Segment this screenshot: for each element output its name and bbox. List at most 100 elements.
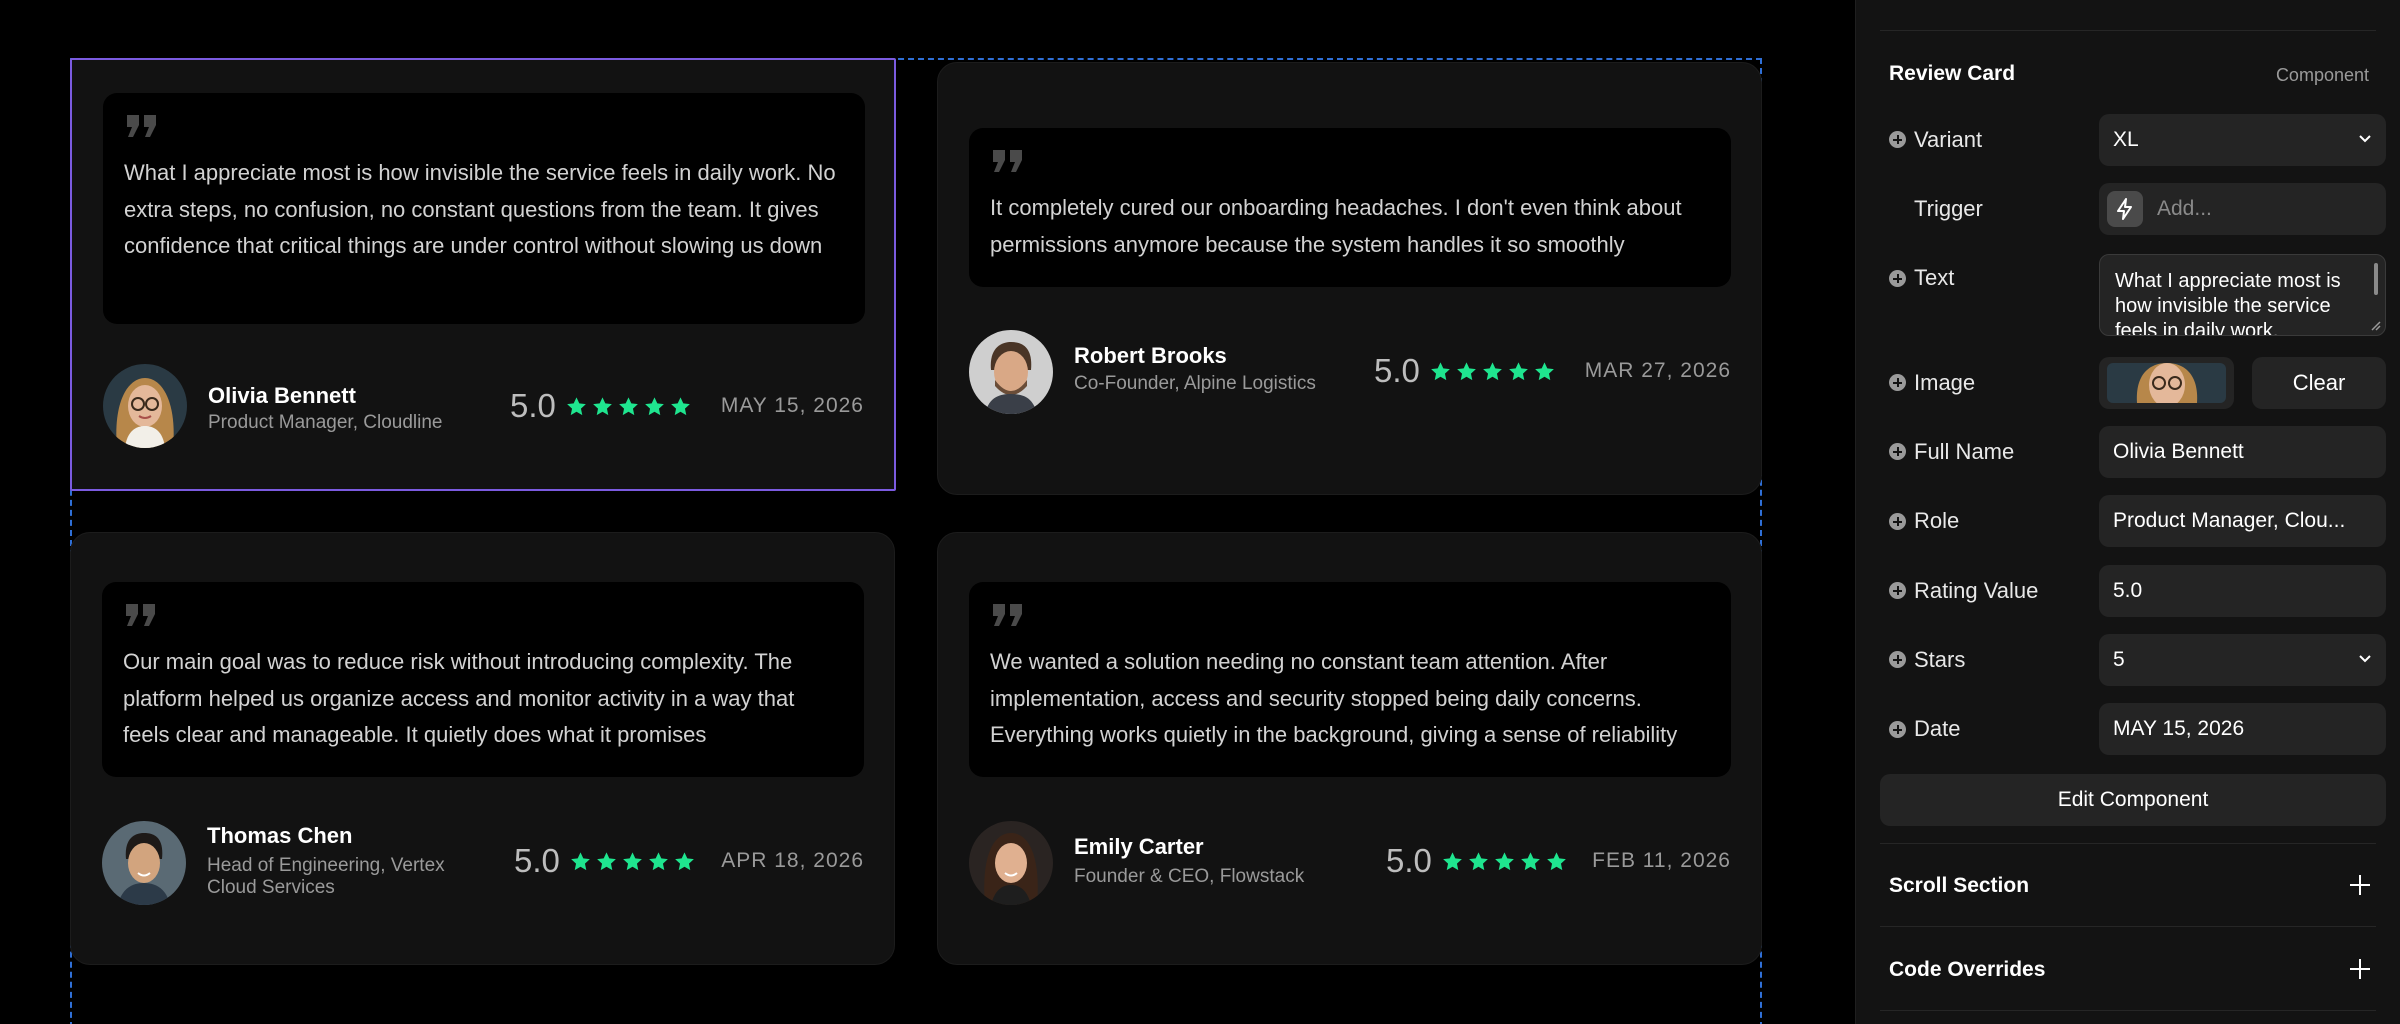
star-icon [571, 851, 590, 870]
code-overrides-title[interactable]: Code Overrides [1889, 958, 2045, 982]
reviewer-name: Robert Brooks [1074, 343, 1227, 368]
add-variable-icon[interactable] [1889, 131, 1906, 148]
role-input[interactable]: Product Manager, Clou... [2099, 495, 2386, 547]
reviewer-role: Head of Engineering, Vertex Cloud Servic… [207, 855, 445, 898]
scrollbar[interactable] [2374, 263, 2378, 295]
quote-icon [126, 604, 155, 626]
quote-text: It completely cured our onboarding heada… [990, 195, 1682, 257]
add-variable-icon[interactable] [1889, 651, 1906, 668]
review-date: MAY 15, 2026 [720, 394, 864, 417]
avatar [102, 821, 186, 905]
woman-with-glasses-avatar [103, 364, 187, 448]
quote-text: What I appreciate most is how invisible … [124, 160, 836, 258]
full-name-input[interactable]: Olivia Bennett [2099, 426, 2386, 478]
rating: 5.0 [1374, 352, 1555, 390]
stars [566, 396, 691, 417]
rating: 5.0 [510, 387, 691, 425]
scroll-section-title[interactable]: Scroll Section [1889, 874, 2029, 898]
star-icon [1483, 361, 1502, 380]
quote-box: We wanted a solution needing no constant… [969, 582, 1731, 777]
stars-select[interactable]: 5 [2099, 634, 2386, 686]
star-icon [1509, 361, 1528, 380]
divider [1880, 926, 2376, 927]
avatar [103, 364, 187, 448]
woman-avatar [969, 821, 1053, 905]
design-canvas[interactable]: What I appreciate most is how invisible … [0, 0, 1855, 1024]
properties-panel: Review Card Component Variant XL Trigger… [1855, 0, 2400, 1024]
star-icon [645, 396, 664, 415]
full-name-value: Olivia Bennett [2113, 440, 2244, 463]
rating: 5.0 [514, 842, 695, 880]
image-thumbnail [2107, 363, 2226, 403]
add-variable-icon[interactable] [1889, 443, 1906, 460]
star-icon [1469, 851, 1488, 870]
rating-value-value: 5.0 [2113, 579, 2143, 602]
trigger-field[interactable]: Add... [2099, 183, 2386, 235]
date-input[interactable]: MAY 15, 2026 [2099, 703, 2386, 755]
quote-icon [993, 604, 1022, 626]
role-label: Role [1914, 508, 1960, 533]
star-icon [1547, 851, 1566, 870]
add-scroll-section-icon[interactable] [2350, 875, 2370, 895]
star-icon [1495, 851, 1514, 870]
avatar [969, 821, 1053, 905]
reviewer-name: Emily Carter [1074, 834, 1204, 859]
text-label: Text [1914, 265, 1955, 290]
rating-value: 5.0 [1386, 842, 1432, 879]
date-value: MAY 15, 2026 [2113, 717, 2245, 740]
resize-handle-icon[interactable] [2369, 319, 2381, 331]
section-type-label: Component [2275, 65, 2369, 85]
review-card-olivia[interactable]: What I appreciate most is how invisible … [70, 58, 896, 491]
full-name-label: Full Name [1914, 439, 2015, 464]
quote-box: It completely cured our onboarding heada… [969, 128, 1731, 287]
star-icon [1443, 851, 1462, 870]
variant-value: XL [2113, 128, 2139, 151]
add-variable-icon[interactable] [1889, 513, 1906, 530]
review-card-thomas[interactable]: Our main goal was to reduce risk without… [70, 532, 895, 965]
variant-select[interactable]: XL [2099, 114, 2386, 166]
star-icon [1521, 851, 1540, 870]
quote-text: Our main goal was to reduce risk without… [123, 649, 795, 747]
add-code-override-icon[interactable] [2350, 959, 2370, 979]
clear-image-button[interactable]: Clear [2252, 357, 2386, 409]
avatar [969, 330, 1053, 414]
add-variable-icon[interactable] [1889, 721, 1906, 738]
edit-component-button[interactable]: Edit Component [1880, 774, 2386, 826]
add-variable-icon[interactable] [1889, 374, 1906, 391]
image-picker[interactable] [2099, 357, 2234, 409]
rating-value-input[interactable]: 5.0 [2099, 565, 2386, 617]
star-icon [1457, 361, 1476, 380]
star-icon [593, 396, 612, 415]
reviewer-role: Product Manager, Cloudline [208, 412, 443, 433]
add-variable-icon[interactable] [1889, 582, 1906, 599]
review-card-robert[interactable]: It completely cured our onboarding heada… [937, 62, 1762, 495]
quote-text: We wanted a solution needing no constant… [990, 649, 1678, 747]
star-icon [1431, 361, 1450, 380]
divider [1880, 30, 2376, 31]
add-variable-icon[interactable] [1889, 270, 1906, 287]
rating: 5.0 [1386, 842, 1567, 880]
review-date: FEB 11, 2026 [1592, 849, 1731, 872]
variant-label: Variant [1914, 127, 1983, 152]
chevron-down-icon [2359, 135, 2371, 143]
stars-label: Stars [1914, 647, 1966, 672]
reviewer-name: Olivia Bennett [208, 383, 356, 408]
image-label: Image [1914, 370, 1976, 395]
divider [1880, 1010, 2376, 1011]
review-date: APR 18, 2026 [721, 849, 864, 872]
quote-icon [993, 150, 1022, 172]
text-textarea[interactable]: What I appreciate most is how invisible … [2099, 254, 2386, 336]
review-card-emily[interactable]: We wanted a solution needing no constant… [937, 532, 1762, 965]
trigger-label: Trigger [1914, 196, 1983, 221]
star-icon [649, 851, 668, 870]
man-avatar [102, 821, 186, 905]
stars [1430, 361, 1555, 382]
star-icon [675, 851, 694, 870]
quote-icon [127, 115, 156, 137]
text-value: What I appreciate most is how invisible … [2115, 270, 2341, 336]
rating-value-label: Rating Value [1914, 578, 2039, 603]
star-icon [1535, 361, 1554, 380]
stars [1442, 851, 1567, 872]
man-with-beard-avatar [969, 330, 1053, 414]
reviewer-role: Founder & CEO, Flowstack [1074, 866, 1305, 887]
